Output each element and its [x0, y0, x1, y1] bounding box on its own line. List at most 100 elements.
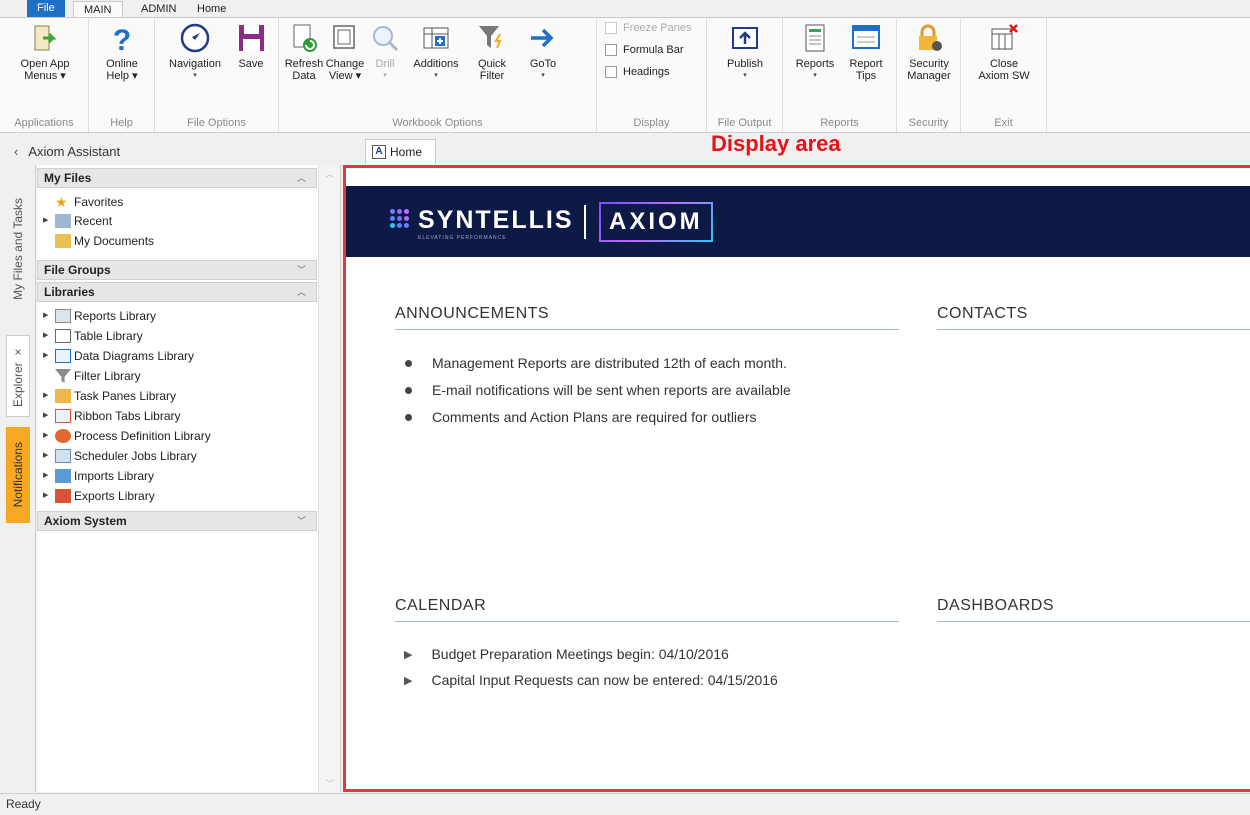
- ribbon-tab-row: File MAIN ADMIN Home: [0, 0, 1250, 19]
- announcements-heading: ANNOUNCEMENTS: [395, 305, 899, 330]
- tree-task-panes-library[interactable]: ▶ Task Panes Library: [43, 386, 176, 406]
- collapse-icon[interactable]: ︿: [297, 283, 306, 301]
- explorer-scrollbar[interactable]: ︿ ﹀: [318, 165, 340, 792]
- tree-process-definition-library[interactable]: ▶ Process Definition Library: [43, 426, 211, 446]
- scheduler-icon: [55, 449, 71, 463]
- dashboards-heading: DASHBOARDS: [937, 597, 1250, 622]
- group-reports: Reports ▾ Report Tips Reports: [783, 18, 897, 132]
- expand-arrow-icon[interactable]: ▶: [43, 346, 55, 366]
- tab-explorer[interactable]: Explorer ×: [6, 335, 30, 417]
- publish-button[interactable]: Publish ▾: [717, 22, 773, 82]
- group-exit: Close Axiom SW Exit: [961, 18, 1047, 132]
- star-icon: ★: [55, 194, 68, 210]
- expand-icon[interactable]: ﹀: [297, 512, 306, 530]
- expand-arrow-icon[interactable]: ▶: [43, 386, 55, 406]
- expand-icon[interactable]: ﹀: [297, 261, 306, 279]
- quick-filter-funnel-icon: [479, 26, 502, 49]
- display-area: SYNTELLIS ELEVATING PERFORMANCE AXIOM AN…: [343, 165, 1250, 792]
- reports-button[interactable]: Reports ▾: [789, 22, 841, 82]
- tab-notifications[interactable]: Notifications: [6, 427, 30, 523]
- goto-button[interactable]: GoTo ▾: [523, 22, 563, 82]
- calendar-item[interactable]: ▶ Budget Preparation Meetings begin: 04/1…: [404, 646, 729, 662]
- tree-my-documents[interactable]: My Documents: [43, 231, 154, 251]
- display-area-annotation: Display area: [711, 131, 841, 156]
- save-floppy-icon: [239, 25, 264, 51]
- freeze-panes-checkbox[interactable]: Freeze Panes: [605, 22, 691, 34]
- filter-funnel-icon: [55, 369, 71, 383]
- tree-recent[interactable]: ▶ Recent: [43, 211, 112, 231]
- tab-admin[interactable]: ADMIN: [131, 1, 186, 18]
- tab-home[interactable]: Home: [187, 1, 236, 18]
- tree-scheduler-jobs-library[interactable]: ▶ Scheduler Jobs Library: [43, 446, 197, 466]
- tree-favorites[interactable]: ★ Favorites: [43, 192, 123, 212]
- expand-arrow-icon[interactable]: ▶: [43, 406, 55, 426]
- group-display: Freeze Panes Formula Bar Headings Displa…: [597, 18, 707, 132]
- tree-reports-library[interactable]: ▶ Reports Library: [43, 306, 156, 326]
- announcement-item: E-mail notifications will be sent when r…: [403, 382, 791, 398]
- formula-bar-checkbox[interactable]: Formula Bar: [605, 44, 684, 56]
- calendar-heading: CALENDAR: [395, 597, 899, 622]
- tree-imports-library[interactable]: ▶ Imports Library: [43, 466, 154, 486]
- collapse-icon[interactable]: ︿: [297, 169, 306, 187]
- security-manager-button[interactable]: Security Manager: [902, 22, 956, 82]
- online-help-button[interactable]: ? Online Help ▾: [95, 22, 149, 82]
- expand-arrow-icon[interactable]: ▶: [43, 466, 55, 486]
- table-library-icon: [55, 329, 71, 343]
- open-app-menus-button[interactable]: Open App Menus ▾: [12, 22, 78, 82]
- group-file-options: Navigation ▾ Save File Options: [155, 18, 279, 132]
- explorer-close-icon[interactable]: ×: [11, 345, 25, 359]
- tree-table-library[interactable]: ▶ Table Library: [43, 326, 143, 346]
- report-tips-window-icon: [852, 25, 880, 49]
- tree-ribbon-tabs-library[interactable]: ▶ Ribbon Tabs Library: [43, 406, 181, 426]
- save-button[interactable]: Save: [231, 22, 271, 70]
- brand-name: SYNTELLIS: [418, 206, 574, 234]
- close-axiom-button[interactable]: Close Axiom SW: [973, 22, 1035, 82]
- close-table-icon: [991, 24, 1018, 50]
- collapse-chevron-icon[interactable]: ‹: [14, 144, 18, 159]
- brand-tagline: ELEVATING PERFORMANCE: [418, 235, 507, 241]
- expand-arrow-icon[interactable]: ▶: [43, 446, 55, 466]
- section-my-files[interactable]: My Files ︿: [37, 168, 317, 188]
- tab-file[interactable]: File: [27, 0, 65, 18]
- scroll-down-icon[interactable]: ﹀: [319, 777, 340, 790]
- report-tips-button[interactable]: Report Tips: [841, 22, 891, 82]
- tree-data-diagrams-library[interactable]: ▶ Data Diagrams Library: [43, 346, 194, 366]
- svg-text:?: ?: [113, 24, 131, 54]
- calendar-item[interactable]: ▶ Capital Input Requests can now be enter…: [404, 672, 778, 688]
- status-bar: Ready: [0, 793, 1250, 815]
- quick-filter-button[interactable]: Quick Filter: [469, 22, 515, 82]
- tree-filter-library[interactable]: Filter Library: [43, 366, 141, 386]
- additions-button[interactable]: Additions ▾: [405, 22, 467, 82]
- help-question-icon: ?: [113, 24, 131, 54]
- headings-checkbox[interactable]: Headings: [605, 66, 669, 78]
- goto-arrow-icon: [531, 28, 554, 48]
- section-axiom-system[interactable]: Axiom System ﹀: [37, 511, 317, 531]
- expand-arrow-icon[interactable]: ▶: [43, 426, 55, 446]
- expand-arrow-icon[interactable]: ▶: [43, 211, 55, 231]
- section-file-groups[interactable]: File Groups ﹀: [37, 260, 317, 280]
- task-panes-icon: [55, 389, 71, 403]
- axiom-assistant-header[interactable]: ‹ Axiom Assistant: [0, 139, 342, 163]
- announcement-item: Management Reports are distributed 12th …: [403, 355, 787, 371]
- expand-arrow-icon[interactable]: ▶: [43, 486, 55, 506]
- tree-exports-library[interactable]: ▶ Exports Library: [43, 486, 155, 506]
- section-libraries[interactable]: Libraries ︿: [37, 282, 317, 302]
- expand-triangle-icon[interactable]: ▶: [404, 648, 412, 661]
- navigation-compass-icon: [180, 23, 210, 53]
- change-view-button[interactable]: Change View ▾: [325, 22, 365, 82]
- refresh-data-button[interactable]: Refresh Data: [284, 22, 324, 82]
- ribbon-tabs-icon: [55, 409, 71, 423]
- tab-home-document[interactable]: A Home: [365, 139, 436, 164]
- navigation-button[interactable]: Navigation ▾: [161, 22, 229, 82]
- expand-arrow-icon[interactable]: ▶: [43, 306, 55, 326]
- recent-icon: [55, 214, 71, 228]
- drill-button[interactable]: Drill ▾: [367, 22, 403, 82]
- publish-upload-icon: [732, 27, 758, 49]
- process-icon: [55, 429, 71, 443]
- scroll-up-icon[interactable]: ︿: [319, 167, 340, 180]
- tab-my-files-and-tasks[interactable]: My Files and Tasks: [6, 169, 30, 329]
- expand-arrow-icon[interactable]: ▶: [43, 326, 55, 346]
- expand-triangle-icon[interactable]: ▶: [404, 674, 412, 687]
- diagram-icon: [55, 349, 71, 363]
- group-security: Security Manager Security: [897, 18, 961, 132]
